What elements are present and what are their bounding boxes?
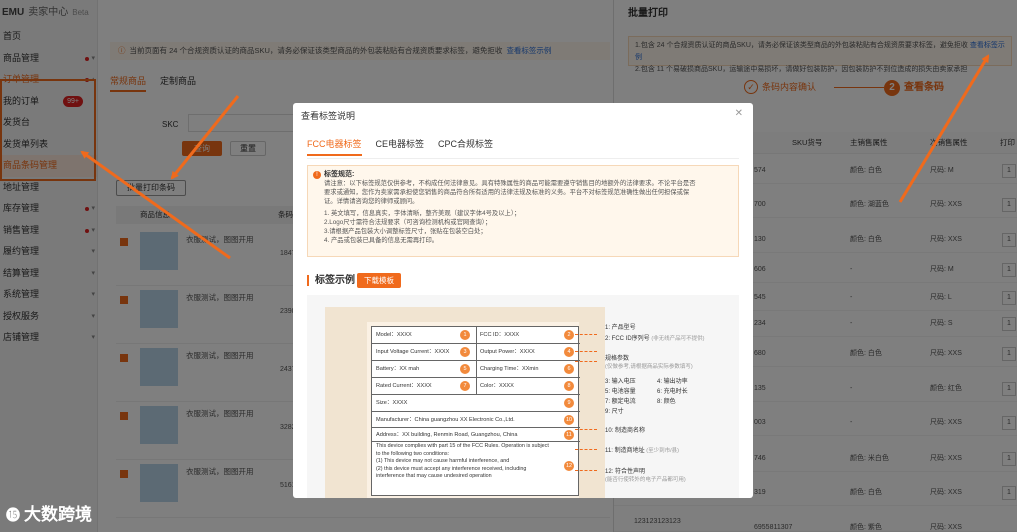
callout-declaration: 12: 符合性声明 (能否行使转外的电子产品都可用) (605, 466, 686, 483)
page: EMU卖家中心Beta 首页 商品管理▾ 订单管理▴ 我的订单99+ 发货台 发… (0, 0, 1017, 532)
connector-line (575, 361, 597, 362)
label-address: Address：XX building, Renmin Road, Guangz… (376, 432, 518, 438)
callout-note: (仅做参考,请根据商品实际参数填写) (605, 364, 693, 370)
callout-text: 11: 制造商地址 (605, 448, 645, 454)
label-row: Address：XX building, Renmin Road, Guangz… (372, 428, 580, 442)
tab-ce[interactable]: CE电器标签 (376, 137, 425, 156)
notice-body: 证。详情请咨询您的律师或顾问。 (324, 198, 419, 205)
marker-8: 8 (564, 381, 574, 391)
watermark-logo-icon: ⓯ (6, 507, 20, 523)
marker-7: 7 (460, 381, 470, 391)
callout-param: 4: 输出功率 (657, 379, 688, 385)
tab-cpc[interactable]: CPC合规标签 (438, 137, 493, 156)
label-color: Color：XXXX (480, 383, 514, 389)
warning-icon: ! (313, 171, 321, 179)
callout-param: 5: 电池容量 (605, 389, 636, 395)
fcc-line: to the following two conditions: (376, 450, 450, 457)
marker-1: 1 (460, 330, 470, 340)
connector-line (575, 449, 597, 450)
fcc-line: (1) This device may not cause harmful in… (376, 458, 510, 464)
label-size: Size：XXXX (376, 400, 408, 406)
callout-model: 1: 产品型号 (605, 322, 636, 331)
label-info-modal: 查看标签说明 ✕ FCC电器标签 CE电器标签 CPC合规标签 ! 标签规范: … (293, 103, 753, 498)
marker-2: 2 (564, 330, 574, 340)
label-output-power: Output Power：XXXX (480, 349, 535, 355)
marker-6: 6 (564, 364, 574, 374)
callout-text: 12: 符合性声明 (605, 469, 646, 475)
section-title: 标签示例 (307, 275, 355, 286)
callout-param: 7: 额定电流 (605, 399, 636, 405)
callout-text: 规格参数 (605, 356, 630, 362)
fcc-line: interference that may cause undesired op… (376, 473, 492, 479)
fcc-line: (2) this device must accept any interfer… (376, 465, 527, 472)
callout-note: (至少到市/县) (646, 448, 679, 454)
label-row: Size：XXXX 9 (372, 395, 580, 412)
callout-param: 3: 输入电压 (605, 379, 636, 385)
modal-title: 查看标签说明 (301, 111, 356, 121)
notice-body: 要求或通知，您作为卖家需承担使您销售的商品符合所有适用的法律法规及标准的义务。平… (324, 189, 690, 196)
callout-param: 6: 充电时长 (657, 389, 688, 395)
callout-param: 8: 颜色 (657, 399, 676, 405)
rule-item: 4. 产品或包装已具备的信息无需再打印。 (324, 237, 439, 244)
label-sample-area: Model：XXXX FCC ID：XXXX 1 2 Input Voltage… (307, 295, 739, 498)
callout-text: 1: 产品型号 (605, 325, 636, 331)
marker-11: 11 (564, 430, 574, 440)
label-row: Battery：XX mah Charging Time：XXmin 5 6 (372, 361, 580, 378)
label-input-voltage: Input Voltage Current：XXXX (376, 349, 450, 355)
marker-10: 10 (564, 415, 574, 425)
notice-heading: 标签规范: (324, 171, 355, 178)
marker-12: 12 (564, 461, 574, 471)
label-spec-notice: ! 标签规范: 请注意：以下标签规范仅供参考，不构成任何法律意见。具有特殊属性的… (307, 165, 739, 257)
label-battery: Battery：XX mah (376, 366, 420, 372)
label-manufacturer: Manufacturer：China guangzhou XX Electron… (376, 417, 515, 423)
callout-specs: 规格参数 (仅做参考,请根据商品实际参数填写) (605, 353, 693, 370)
marker-9: 9 (564, 398, 574, 408)
marker-3: 3 (460, 347, 470, 357)
watermark: ⓯ 大数跨境 (6, 500, 92, 525)
rule-item: 2.Logo尺寸需符合法规要求（可咨询检测机构或官网查询）； (324, 219, 492, 226)
label-fcc-statement: This device complies with part 15 of the… (376, 443, 576, 481)
notice-body: 请注意：以下标签规范仅供参考，不构成任何法律意见。具有特殊属性的商品可能需要遵守… (324, 180, 696, 187)
connector-line (575, 351, 597, 352)
tab-fcc[interactable]: FCC电器标签 (307, 137, 362, 156)
label-charging-time: Charging Time：XXmin (480, 366, 539, 372)
label-row: Model：XXXX FCC ID：XXXX 1 2 (372, 327, 580, 344)
callout-manufacturer: 10: 制造商名称 (605, 428, 646, 434)
callout-text: 2: FCC ID序列号 (605, 336, 650, 342)
label-row: Manufacturer：China guangzhou XX Electron… (372, 412, 580, 428)
label-card: Model：XXXX FCC ID：XXXX 1 2 Input Voltage… (371, 326, 580, 496)
label-row: Input Voltage Current：XXXX Output Power：… (372, 344, 580, 361)
marker-5: 5 (460, 364, 470, 374)
connector-line (575, 334, 597, 335)
tabs-divider (307, 158, 739, 159)
label-fcc-id: FCC ID：XXXX (480, 332, 520, 338)
callout-note: (非无线产品可不提供) (651, 336, 705, 342)
rule-item: 1. 英文填写，信息真实，字体清晰，整齐美观（建议字体4号及以上）； (324, 210, 521, 217)
marker-4: 4 (564, 347, 574, 357)
callout-address: 11: 制造商地址 (至少到市/县) (605, 445, 679, 454)
callout-fcc-id: 2: FCC ID序列号 (非无线产品可不提供) (605, 333, 705, 342)
modal-tabs: FCC电器标签 CE电器标签 CPC合规标签 (307, 137, 493, 156)
close-icon[interactable]: ✕ (735, 108, 743, 119)
watermark-text: 大数跨境 (24, 505, 92, 524)
label-rated-current: Rated Current：XXXX (376, 383, 432, 389)
rule-item: 3.请根据产品包装大小调整标签尺寸，张贴在包装空白处； (324, 228, 487, 235)
connector-line (575, 429, 597, 430)
label-row: Rated Current：XXXX Color：XXXX 7 8 (372, 378, 580, 395)
label-model: Model：XXXX (376, 332, 412, 338)
callout-note: (能否行使转外的电子产品都可用) (605, 477, 686, 483)
connector-line (575, 470, 597, 471)
callout-param: 9: 尺寸 (605, 409, 624, 415)
fcc-line: This device complies with part 15 of the… (376, 443, 549, 449)
download-template-button[interactable]: 下载模板 (357, 273, 401, 288)
